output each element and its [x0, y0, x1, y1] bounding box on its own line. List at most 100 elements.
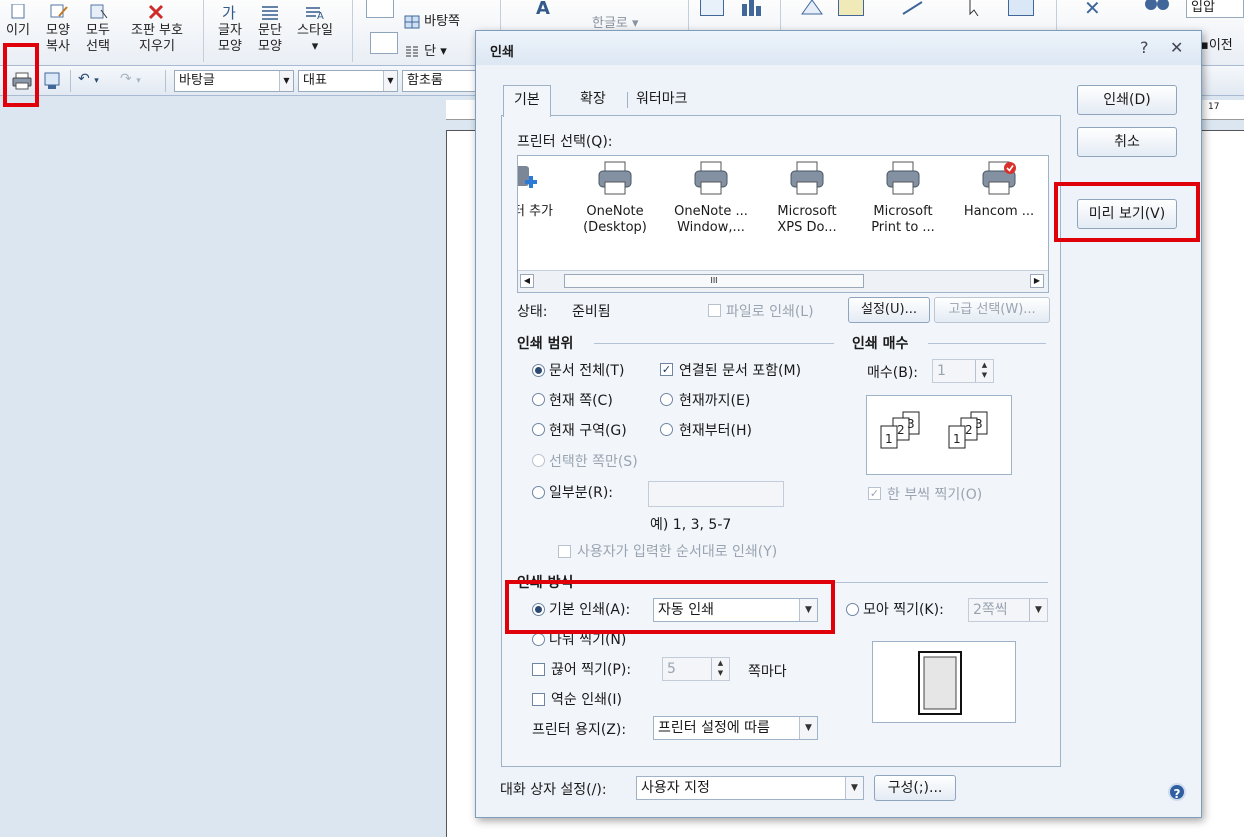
- range-from-current-label: 현재부터(H): [679, 423, 752, 439]
- font-color-icon[interactable]: A: [536, 0, 550, 19]
- para-shape-button[interactable]: 문단 모양: [252, 4, 288, 55]
- split-print-radio[interactable]: [532, 633, 545, 646]
- stepper-arrows-icon[interactable]: ▲ ▼: [975, 360, 993, 382]
- tab-extension[interactable]: 확장: [570, 85, 616, 116]
- printer-settings-button[interactable]: 설정(U)...: [848, 297, 930, 323]
- cancel-button[interactable]: 취소: [1077, 127, 1177, 157]
- include-linked-checkbox[interactable]: ✓: [660, 363, 673, 376]
- tools-icon[interactable]: ✕: [1084, 0, 1101, 20]
- column-button[interactable]: 단 ▾: [404, 40, 447, 59]
- range-selected-pages-radio[interactable]: [532, 454, 545, 467]
- range-partial-radio[interactable]: [532, 486, 545, 499]
- collect-print-radio[interactable]: [846, 603, 859, 616]
- print-button[interactable]: [12, 72, 32, 94]
- printer-item-print-to-pdf[interactable]: Microsoft Print to ...: [858, 160, 948, 236]
- layout-preview: [872, 641, 1016, 723]
- dialog-setting-select[interactable]: 사용자 지정 ▼: [636, 776, 864, 800]
- ribbon-cut-button[interactable]: 이기: [0, 3, 36, 39]
- style-combo[interactable]: 바탕글 ▼: [174, 70, 294, 92]
- scroll-thumb[interactable]: III: [564, 274, 864, 288]
- brush-icon: [45, 4, 71, 20]
- collate-checkbox[interactable]: ✓: [868, 487, 881, 500]
- printer-item-onenote-desktop[interactable]: OneNote (Desktop): [570, 160, 660, 236]
- paper-select[interactable]: 프린터 설정에 따름 ▼: [653, 716, 818, 740]
- undo-icon: ↶: [78, 71, 90, 87]
- range-partial-input[interactable]: [648, 481, 784, 507]
- default-printer-icon: [982, 161, 1016, 195]
- tab-basic[interactable]: 기본: [503, 85, 551, 117]
- page-layout-icon[interactable]: [366, 0, 394, 18]
- printer-name-2: XPS Do...: [777, 220, 837, 235]
- range-current-page-radio[interactable]: [532, 393, 545, 406]
- table-icon[interactable]: [700, 0, 724, 16]
- preview-button[interactable]: 미리 보기(V): [1077, 199, 1177, 229]
- print-preview-button[interactable]: [42, 72, 62, 94]
- reverse-print-checkbox[interactable]: [532, 693, 545, 706]
- tab-watermark[interactable]: 워터마크: [626, 85, 698, 116]
- picture-icon[interactable]: [838, 0, 864, 16]
- paper-value: 프린터 설정에 따름: [658, 720, 770, 736]
- cursor-icon[interactable]: [962, 0, 988, 17]
- cut-print-stepper[interactable]: 5 ▲ ▼: [662, 657, 730, 681]
- printer-item-add[interactable]: 터 추가: [518, 160, 578, 220]
- preview-icon: [44, 72, 60, 89]
- basic-print-radio[interactable]: [532, 603, 545, 616]
- print-confirm-button[interactable]: 인쇄(D): [1077, 85, 1177, 115]
- printer-list-scrollbar[interactable]: ◀ III ▶: [518, 270, 1048, 292]
- group-divider: [594, 582, 1048, 583]
- dropdown-icon: ▾: [136, 76, 141, 86]
- search-field[interactable]: 입압: [1186, 0, 1244, 18]
- basic-print-select[interactable]: 자동 인쇄 ▼: [653, 598, 818, 622]
- undo-button[interactable]: ↶ ▾: [78, 71, 99, 87]
- copies-stepper[interactable]: 1 ▲ ▼: [932, 359, 994, 383]
- printer-item-xps[interactable]: Microsoft XPS Do...: [762, 160, 852, 236]
- shape-icon[interactable]: [800, 0, 824, 16]
- cut-print-checkbox[interactable]: [532, 663, 545, 676]
- draw-icon[interactable]: [900, 0, 926, 16]
- background-page-button[interactable]: 바탕쪽: [404, 10, 460, 29]
- find-icon[interactable]: [1142, 0, 1172, 16]
- redo-button[interactable]: ↷ ▾: [120, 71, 141, 87]
- printer-name-2: Window,...: [677, 220, 745, 235]
- help-circle-icon[interactable]: ?: [1168, 783, 1186, 801]
- printer-list[interactable]: 터 추가 OneNote (Desktop) OneNote ... Windo…: [517, 155, 1049, 293]
- page-icon[interactable]: [370, 32, 398, 54]
- format-copy-button[interactable]: 모양 복사: [40, 4, 76, 55]
- cut-print-value: 5: [667, 661, 676, 677]
- para-combo[interactable]: 대표 ▼: [298, 70, 398, 92]
- user-order-checkbox[interactable]: [558, 545, 571, 558]
- printer-item-hancom[interactable]: Hancom ...: [954, 160, 1044, 220]
- include-linked-label: 연결된 문서 포함(M): [679, 363, 802, 379]
- printer-name-2: (Desktop): [583, 220, 647, 235]
- form-icon[interactable]: [1008, 0, 1034, 16]
- ribbon-label-2: ▾: [311, 39, 319, 54]
- close-button[interactable]: ✕: [1170, 38, 1183, 57]
- config-button[interactable]: 구성(;)...: [874, 775, 956, 801]
- ribbon-separator: [352, 0, 353, 62]
- clear-marks-button[interactable]: 조판 부호 지우기: [122, 4, 192, 55]
- select-all-button[interactable]: 모두 선택: [80, 4, 116, 55]
- font-combo[interactable]: 함초롬: [402, 70, 482, 92]
- stepper-arrows-icon[interactable]: ▲ ▼: [711, 658, 729, 680]
- printer-item-onenote-windows[interactable]: OneNote ... Window,...: [666, 160, 756, 236]
- help-button[interactable]: ?: [1140, 38, 1149, 57]
- advanced-options-button[interactable]: 고급 선택(W)...: [934, 297, 1050, 323]
- collect-print-select[interactable]: 2쪽씩 ▼: [968, 598, 1048, 622]
- config-button-label: 구성(;)...: [887, 780, 943, 796]
- to-hangul-button[interactable]: 한글로 ▾: [592, 12, 639, 31]
- char-shape-button[interactable]: 가 글자 모양: [212, 4, 248, 55]
- ribbon-label-2: 선택: [86, 39, 110, 54]
- printer-select-label: 프린터 선택(Q):: [517, 134, 613, 150]
- prev-button[interactable]: ▪이전: [1200, 34, 1233, 53]
- svg-text:1: 1: [953, 432, 961, 446]
- scroll-left-icon[interactable]: ◀: [520, 274, 534, 288]
- range-current-section-radio[interactable]: [532, 423, 545, 436]
- chart-icon[interactable]: [740, 0, 764, 16]
- per-page-label: 쪽마다: [748, 664, 787, 680]
- scroll-right-icon[interactable]: ▶: [1030, 274, 1044, 288]
- range-from-current-radio[interactable]: [660, 423, 673, 436]
- range-until-current-radio[interactable]: [660, 393, 673, 406]
- print-to-file-checkbox[interactable]: [708, 304, 721, 317]
- range-whole-radio[interactable]: [532, 364, 545, 377]
- style-button[interactable]: A 스타일 ▾: [292, 4, 338, 55]
